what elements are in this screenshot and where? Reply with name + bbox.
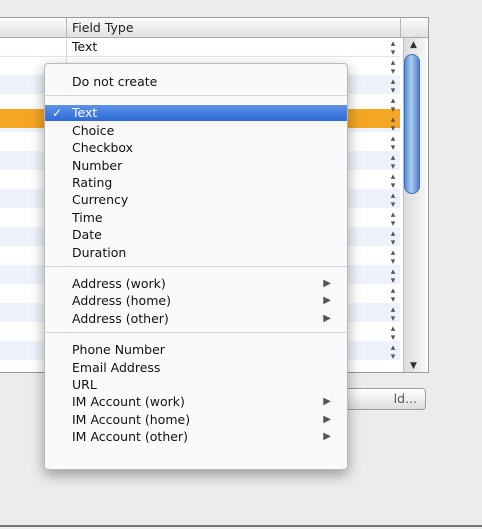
up-down-stepper-icon[interactable]: ▴ ▾	[388, 325, 398, 343]
submenu-arrow-icon: ▶	[323, 431, 331, 443]
submenu-arrow-icon: ▶	[323, 278, 331, 289]
menu-item-phone-number[interactable]: Phone Number	[45, 342, 347, 358]
up-down-stepper-icon[interactable]: ▴ ▾	[388, 97, 398, 115]
menu-item-rating[interactable]: Rating	[45, 175, 347, 191]
add-field-button-label: ld...	[393, 391, 417, 406]
menu-item-label: IM Account (work)	[72, 394, 185, 410]
header-divider	[400, 18, 401, 37]
scrollbar-thumb[interactable]	[404, 54, 420, 194]
scroll-down-arrow-icon[interactable]: ▼	[410, 361, 417, 371]
menu-item-label: Address (work)	[72, 276, 166, 291]
up-down-stepper-icon[interactable]: ▴ ▾	[388, 59, 398, 77]
up-down-stepper-icon[interactable]: ▴ ▾	[388, 211, 398, 229]
header-divider	[66, 18, 67, 37]
menu-item-label: Duration	[72, 244, 127, 260]
scroll-up-arrow-icon[interactable]: ▲	[410, 40, 417, 50]
menu-item-date[interactable]: Date	[45, 227, 347, 243]
up-down-stepper-icon[interactable]: ▴ ▾	[388, 192, 398, 210]
column-header-field-type[interactable]: Field Type	[72, 20, 134, 35]
menu-item-label: Number	[72, 157, 123, 173]
menu-item-address-work[interactable]: Address (work) ▶	[45, 276, 347, 292]
submenu-arrow-icon: ▶	[323, 413, 331, 425]
menu-item-label: Rating	[72, 175, 113, 190]
menu-item-im-account-work[interactable]: IM Account (work) ▶	[45, 394, 347, 410]
menu-item-address-other[interactable]: Address (other) ▶	[45, 311, 347, 327]
menu-item-label: Checkbox	[72, 140, 134, 156]
menu-item-duration[interactable]: Duration	[45, 245, 347, 261]
field-type-cell[interactable]: Text	[72, 39, 97, 54]
menu-item-label: Text	[72, 105, 98, 121]
menu-item-label: Choice	[72, 122, 115, 138]
menu-separator	[45, 332, 347, 334]
menu-item-label: Address (home)	[72, 293, 171, 309]
menu-item-address-home[interactable]: Address (home) ▶	[45, 293, 347, 309]
up-down-stepper-icon[interactable]: ▴ ▾	[388, 116, 398, 134]
menu-item-text[interactable]: ✓ Text	[45, 105, 347, 122]
up-down-stepper-icon[interactable]: ▴ ▾	[388, 40, 398, 58]
menu-item-im-account-other[interactable]: IM Account (other) ▶	[45, 429, 347, 445]
menu-item-time[interactable]: Time	[45, 210, 347, 226]
field-type-popup-menu[interactable]: Do not create ✓ Text Choice Checkbox Number Ra…	[44, 63, 348, 470]
menu-item-label: Time	[72, 209, 103, 225]
menu-item-choice[interactable]: Choice	[45, 123, 347, 139]
submenu-arrow-icon: ▶	[323, 312, 331, 324]
up-down-stepper-icon[interactable]: ▴ ▾	[388, 306, 398, 324]
up-down-stepper-icon[interactable]: ▴ ▾	[388, 287, 398, 305]
menu-item-im-account-home[interactable]: IM Account (home) ▶	[45, 412, 347, 428]
menu-item-label: Email Address	[72, 359, 161, 375]
menu-separator	[45, 266, 347, 267]
table-row[interactable]	[0, 37, 400, 57]
submenu-arrow-icon: ▶	[323, 295, 331, 307]
menu-item-label: Currency	[72, 192, 129, 208]
up-down-stepper-icon[interactable]: ▴ ▾	[388, 230, 398, 248]
menu-item-label: IM Account (home)	[72, 411, 191, 427]
submenu-arrow-icon: ▶	[323, 396, 331, 408]
menu-item-label: Address (other)	[72, 310, 169, 326]
menu-item-label: Date	[72, 227, 102, 243]
up-down-stepper-icon[interactable]: ▴ ▾	[388, 268, 398, 286]
menu-separator	[45, 95, 347, 97]
menu-item-label: URL	[72, 377, 97, 392]
up-down-stepper-icon[interactable]: ▴ ▾	[388, 78, 398, 96]
menu-item-checkbox[interactable]: Checkbox	[45, 140, 347, 156]
menu-item-url[interactable]: URL	[45, 377, 347, 393]
menu-item-currency[interactable]: Currency	[45, 192, 347, 208]
up-down-stepper-icon[interactable]: ▴ ▾	[388, 249, 398, 267]
menu-item-label: Do not create	[72, 74, 158, 89]
up-down-stepper-icon[interactable]: ▴ ▾	[388, 173, 398, 191]
menu-item-label: Phone Number	[72, 342, 165, 358]
up-down-stepper-icon[interactable]: ▴ ▾	[388, 135, 398, 153]
up-down-stepper-icon[interactable]: ▴ ▾	[388, 154, 398, 172]
window-bottom-divider	[0, 525, 482, 527]
up-down-stepper-icon[interactable]: ▴ ▾	[388, 344, 398, 362]
menu-item-email-address[interactable]: Email Address	[45, 360, 347, 376]
table-header	[0, 18, 428, 38]
menu-item-number[interactable]: Number	[45, 158, 347, 174]
menu-item-do-not-create[interactable]: Do not create	[45, 74, 347, 90]
checkmark-icon: ✓	[52, 106, 63, 121]
menu-item-label: IM Account (other)	[72, 429, 188, 445]
